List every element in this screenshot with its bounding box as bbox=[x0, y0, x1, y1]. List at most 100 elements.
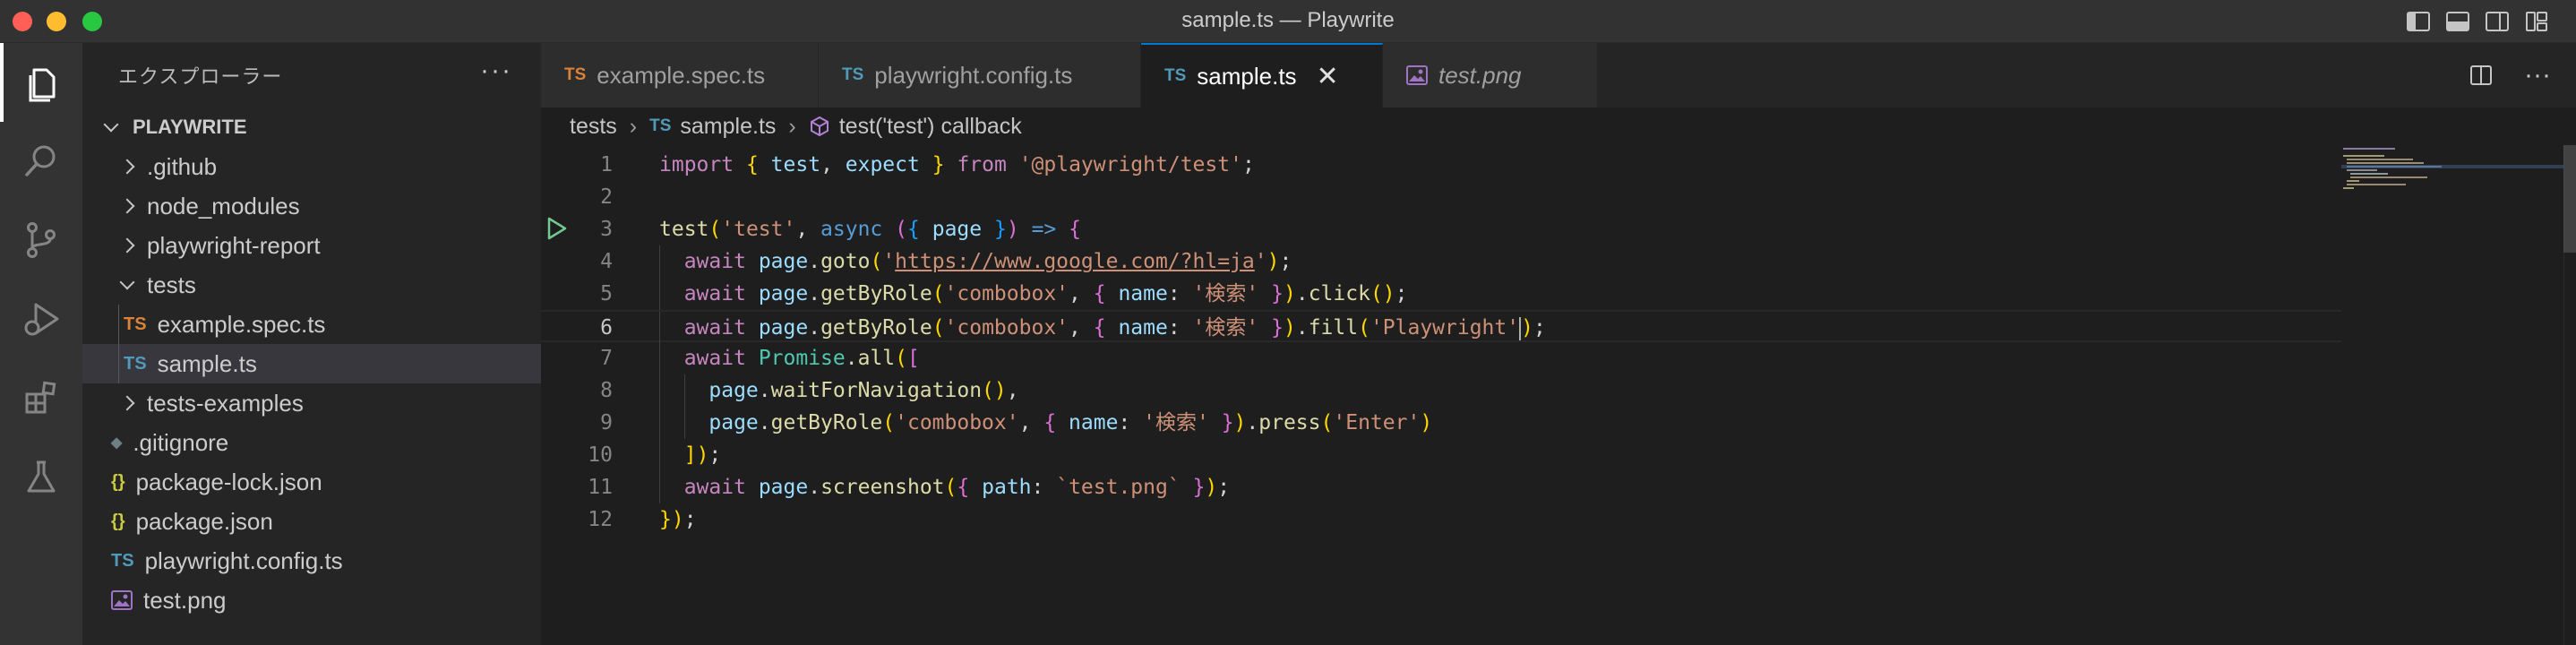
extensions-icon[interactable] bbox=[0, 358, 82, 437]
tree-item-label: package.json bbox=[135, 507, 273, 535]
code-text[interactable]: await page.goto('https://www.google.com/… bbox=[659, 245, 1292, 278]
vertical-scrollbar[interactable] bbox=[2563, 145, 2576, 645]
chevron-right-icon bbox=[119, 198, 135, 214]
explorer-icon[interactable] bbox=[0, 43, 82, 122]
toggle-panel-icon[interactable] bbox=[2445, 9, 2470, 34]
title-bar: sample.ts — Playwrite bbox=[0, 0, 2576, 43]
code-line: 3 test('test', async ({ page }) => { bbox=[541, 213, 2341, 245]
chevron-down-icon bbox=[119, 274, 135, 290]
line-number: 7 bbox=[600, 347, 613, 370]
tree-folder[interactable]: .github bbox=[82, 147, 541, 186]
tree-item-label: playwright.config.ts bbox=[144, 546, 343, 574]
tree-file[interactable]: TS playwright.config.ts bbox=[82, 541, 541, 580]
tree-item-label: .gitignore bbox=[133, 428, 229, 456]
chevron-down-icon bbox=[103, 116, 119, 133]
code-line: 12}); bbox=[541, 503, 2341, 536]
breadcrumb-symbol[interactable]: test('test') callback bbox=[839, 114, 1022, 140]
tab-example-spec-ts[interactable]: TS example.spec.ts bbox=[541, 43, 819, 108]
minimap[interactable] bbox=[2341, 145, 2565, 645]
code-editor[interactable]: 1 import { test, expect } from '@playwrig… bbox=[541, 145, 2576, 645]
window-title: sample.ts — Playwrite bbox=[1181, 8, 1395, 32]
line-number: 1 bbox=[600, 153, 613, 176]
workspace-folder[interactable]: PLAYWRITE bbox=[82, 108, 541, 147]
search-icon[interactable] bbox=[0, 122, 82, 201]
tab-label: playwright.config.ts bbox=[874, 61, 1073, 89]
tab-label: test.png bbox=[1438, 61, 1522, 89]
workspace-folder-label: PLAYWRITE bbox=[133, 116, 247, 138]
indent-guide bbox=[118, 305, 119, 344]
code-text[interactable]: ]); bbox=[659, 439, 722, 471]
code-text[interactable]: await page.getByRole('combobox', { name:… bbox=[659, 312, 1546, 344]
code-text[interactable]: await Promise.all([ bbox=[659, 342, 920, 374]
json-file-icon: {} bbox=[111, 511, 125, 531]
file-tree: .github node_modules playwright-report test… bbox=[82, 147, 541, 620]
toggle-secondary-sidebar-icon[interactable] bbox=[2485, 9, 2510, 34]
run-debug-icon[interactable] bbox=[0, 280, 82, 358]
tab-test-png[interactable]: test.png bbox=[1383, 43, 1598, 108]
tree-item-label: test.png bbox=[143, 586, 227, 614]
code-line: 2 bbox=[541, 181, 2341, 213]
ts-file-icon: TS bbox=[649, 116, 672, 135]
split-editor-icon[interactable] bbox=[2469, 63, 2494, 88]
scrollbar-thumb[interactable] bbox=[2563, 145, 2576, 253]
toggle-primary-sidebar-icon[interactable] bbox=[2406, 9, 2431, 34]
code-line: 7 await Promise.all([ bbox=[541, 342, 2341, 374]
tree-item-label: example.spec.ts bbox=[157, 310, 326, 338]
customize-layout-icon[interactable] bbox=[2524, 9, 2549, 34]
tree-file[interactable]: TS example.spec.ts bbox=[82, 305, 541, 344]
tree-file[interactable]: test.png bbox=[82, 580, 541, 620]
tree-folder[interactable]: playwright-report bbox=[82, 226, 541, 265]
breadcrumb-folder[interactable]: tests bbox=[570, 114, 617, 140]
testing-icon[interactable] bbox=[0, 437, 82, 516]
code-text[interactable]: await page.screenshot({ path: `test.png`… bbox=[659, 471, 1230, 503]
breadcrumb-file[interactable]: sample.ts bbox=[680, 114, 776, 140]
code-line: 10 ]); bbox=[541, 439, 2341, 471]
editor-actions: ··· bbox=[2469, 43, 2576, 108]
code-line: 6 await page.getByRole('combobox', { nam… bbox=[541, 310, 2341, 344]
code-line: 9 page.getByRole('combobox', { name: '検索… bbox=[541, 407, 2341, 439]
tree-folder[interactable]: node_modules bbox=[82, 186, 541, 226]
activity-bar bbox=[0, 43, 82, 645]
line-number: 2 bbox=[600, 185, 613, 209]
tree-item-label: node_modules bbox=[147, 192, 300, 219]
tree-file[interactable]: {} package.json bbox=[82, 502, 541, 541]
line-number: 8 bbox=[600, 379, 613, 402]
explorer-header: エクスプローラー bbox=[118, 65, 283, 88]
code-line: 5 await page.getByRole('combobox', { nam… bbox=[541, 278, 2341, 310]
code-text[interactable]: import { test, expect } from '@playwrigh… bbox=[659, 149, 1255, 181]
chevron-right-icon bbox=[119, 159, 135, 175]
line-number: 11 bbox=[588, 476, 613, 499]
code-text[interactable]: test('test', async ({ page }) => { bbox=[659, 213, 1081, 245]
tree-file[interactable]: {} package-lock.json bbox=[82, 462, 541, 502]
tree-file[interactable]: TS sample.ts bbox=[82, 344, 541, 383]
tree-item-label: package-lock.json bbox=[135, 468, 322, 495]
code-text[interactable]: }); bbox=[659, 503, 697, 536]
close-icon[interactable]: ✕ bbox=[1317, 61, 1339, 92]
tab-sample-ts[interactable]: TS sample.ts ✕ bbox=[1141, 43, 1383, 108]
typescript-file-icon: TS bbox=[111, 550, 134, 571]
image-file-icon bbox=[111, 590, 133, 610]
tree-file[interactable]: ◆ .gitignore bbox=[82, 423, 541, 462]
tree-item-label: .github bbox=[147, 152, 218, 180]
run-test-icon[interactable] bbox=[546, 217, 568, 245]
tree-folder[interactable]: tests-examples bbox=[82, 383, 541, 423]
line-number: 12 bbox=[588, 508, 613, 531]
code-line: 1 import { test, expect } from '@playwrig… bbox=[541, 149, 2341, 181]
code-text[interactable]: page.getByRole('combobox', { name: '検索' … bbox=[659, 407, 1432, 439]
indent-guide bbox=[118, 344, 119, 383]
code-text[interactable]: page.waitForNavigation(), bbox=[659, 374, 1018, 407]
line-number: 10 bbox=[588, 443, 613, 467]
code-line: 11 await page.screenshot({ path: `test.p… bbox=[541, 471, 2341, 503]
code-line: 4 await page.goto('https://www.google.co… bbox=[541, 245, 2341, 278]
tree-folder[interactable]: tests bbox=[82, 265, 541, 305]
tree-item-label: tests bbox=[147, 271, 196, 298]
breadcrumb-separator-icon: › bbox=[629, 113, 638, 139]
more-actions-icon[interactable]: ··· bbox=[480, 56, 512, 86]
tab-playwright-config-ts[interactable]: TS playwright.config.ts bbox=[819, 43, 1141, 108]
source-control-icon[interactable] bbox=[0, 201, 82, 280]
symbol-method-icon bbox=[809, 116, 830, 137]
typescript-file-icon: TS bbox=[842, 65, 864, 84]
more-editor-actions-icon[interactable]: ··· bbox=[2524, 60, 2551, 90]
code-text[interactable]: await page.getByRole('combobox', { name:… bbox=[659, 278, 1408, 310]
typescript-file-icon: TS bbox=[124, 353, 147, 374]
